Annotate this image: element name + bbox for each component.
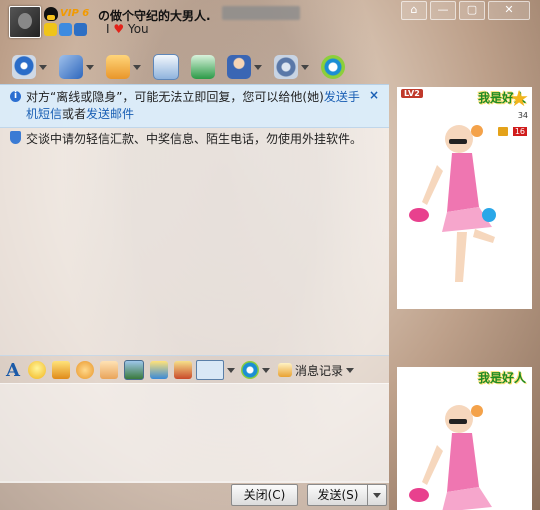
soso-search-icon xyxy=(321,55,345,79)
message-history-button[interactable]: 消息记录 xyxy=(278,362,355,379)
contact-signature: I ♥ You xyxy=(106,22,149,36)
soso-button[interactable] xyxy=(321,55,345,79)
footer-bar: 关闭(C) 发送(S) xyxy=(0,481,389,510)
level-badge: LV2 xyxy=(401,89,423,98)
chevron-down-icon[interactable] xyxy=(133,64,141,70)
show-count-b: 16 xyxy=(512,127,527,136)
folder-icon xyxy=(106,55,130,79)
peer-show-panel[interactable]: 我是好人 xyxy=(397,367,532,510)
file-transfer-button[interactable] xyxy=(106,55,141,79)
history-label: 消息记录 xyxy=(295,363,344,378)
chevron-down-icon xyxy=(373,493,381,498)
mail-icon[interactable] xyxy=(74,23,87,36)
chevron-down-icon xyxy=(346,367,355,373)
window-controls: ⌂ — ▢ ✕ xyxy=(398,1,530,20)
format-toolbar: A 消息记录 xyxy=(0,355,389,384)
signature-prefix: I xyxy=(106,22,110,36)
remote-assist-button[interactable] xyxy=(227,55,262,79)
chevron-down-icon[interactable] xyxy=(227,367,235,373)
show-count-a: 34 xyxy=(517,111,528,120)
status-icons xyxy=(44,23,87,36)
chevron-down-icon[interactable] xyxy=(86,64,94,70)
chevron-down-icon[interactable] xyxy=(39,64,47,70)
send-button[interactable]: 发送(S) xyxy=(307,484,369,506)
soso-emoji-icon[interactable] xyxy=(241,361,259,379)
history-icon xyxy=(278,363,292,377)
info-icon: i xyxy=(10,91,21,102)
chat-toolbar xyxy=(0,50,390,84)
shake-window-icon[interactable] xyxy=(76,361,94,379)
gear-icon xyxy=(274,55,298,79)
screenshot-button[interactable] xyxy=(196,360,224,380)
send-sms-button[interactable] xyxy=(153,54,179,80)
maximize-button[interactable]: ▢ xyxy=(459,1,485,20)
star-level-icon[interactable] xyxy=(44,23,57,36)
close-button[interactable]: 关闭(C) xyxy=(231,484,298,506)
envelope-icon xyxy=(153,54,179,80)
offline-notice-mid: 或者 xyxy=(62,107,87,121)
user-assist-icon xyxy=(227,55,251,79)
qq-penguin-icon xyxy=(44,7,58,21)
heart-icon: ♥ xyxy=(113,22,125,36)
speaker-icon[interactable] xyxy=(498,127,508,136)
minimize-button[interactable]: — xyxy=(430,1,456,20)
font-icon[interactable]: A xyxy=(6,360,22,381)
chevron-down-icon[interactable] xyxy=(301,64,309,70)
contact-avatar[interactable] xyxy=(9,6,41,38)
webcam-icon xyxy=(12,55,36,79)
peer-show-name: 我是好人 xyxy=(477,371,526,385)
nudge-icon[interactable] xyxy=(100,361,118,379)
close-notice-icon[interactable]: × xyxy=(369,88,379,102)
magic-emoticon-icon[interactable] xyxy=(52,361,70,379)
shield-icon xyxy=(10,131,21,144)
chat-window: VIP 6 の做个守纪的大男人. I ♥ You ⌂ — ▢ ✕ i 对方“离线… xyxy=(0,0,540,510)
video-call-button[interactable] xyxy=(12,55,47,79)
offline-notice: i 对方“离线或隐身”，可能无法立即回复，您可以给他(她)发送手机短信或者发送邮… xyxy=(0,85,389,128)
qzone-icon[interactable] xyxy=(59,23,72,36)
emoticon-icon[interactable] xyxy=(28,361,46,379)
send-options-button[interactable] xyxy=(367,484,387,506)
my-avatar-figure xyxy=(409,125,496,282)
title-bar[interactable]: VIP 6 の做个守纪的大男人. I ♥ You ⌂ — ▢ ✕ xyxy=(0,0,540,50)
chevron-down-icon[interactable] xyxy=(254,64,262,70)
skin-button[interactable]: ⌂ xyxy=(401,1,427,20)
message-input[interactable] xyxy=(0,383,389,483)
voice-call-button[interactable] xyxy=(59,55,94,79)
close-window-button[interactable]: ✕ xyxy=(488,1,530,20)
offline-notice-prefix: 对方“离线或隐身”，可能无法立即回复，您可以给他(她) xyxy=(26,90,324,104)
gift-icon[interactable] xyxy=(174,361,192,379)
redacted-name-block xyxy=(222,6,300,20)
app-settings-button[interactable] xyxy=(274,55,309,79)
send-email-link[interactable]: 发送邮件 xyxy=(86,107,134,121)
offline-notice-text: 对方“离线或隐身”，可能无法立即回复，您可以给他(她)发送手机短信或者发送邮件 xyxy=(26,89,366,123)
microphone-icon xyxy=(59,55,83,79)
star-icon: ★ xyxy=(509,87,529,112)
message-area[interactable]: i 对方“离线或隐身”，可能无法立即回复，您可以给他(她)发送手机短信或者发送邮… xyxy=(0,84,389,355)
music-icon[interactable] xyxy=(150,361,168,379)
security-notice: 交谈中请勿轻信汇款、中奖信息、陌生电话，勿使用外挂软件。 xyxy=(26,132,363,146)
vip-badge[interactable]: VIP 6 xyxy=(60,8,89,19)
peer-avatar-figure xyxy=(409,405,492,510)
image-icon[interactable] xyxy=(124,360,144,380)
create-group-button[interactable] xyxy=(191,55,215,79)
add-group-icon xyxy=(191,55,215,79)
my-show-panel[interactable]: LV2 我是好人 ★ 34 16 xyxy=(397,87,532,309)
signature-suffix: You xyxy=(127,22,149,36)
chevron-down-icon[interactable] xyxy=(262,367,270,373)
